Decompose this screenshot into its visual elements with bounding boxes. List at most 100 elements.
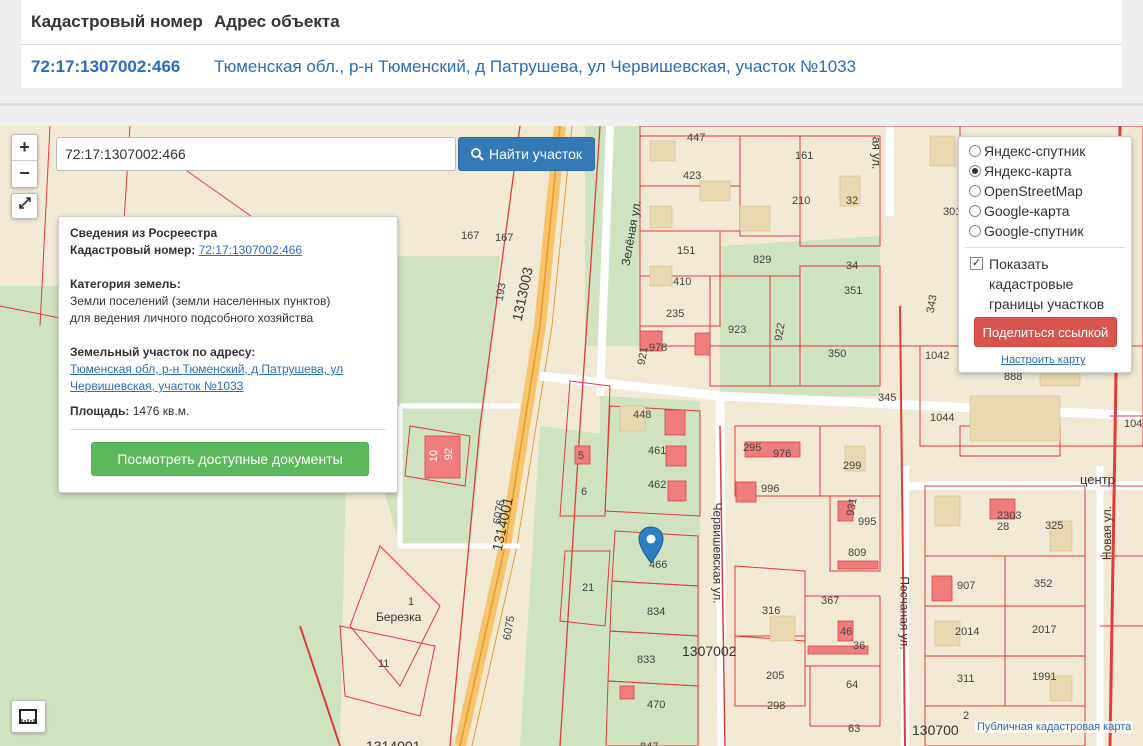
parcel-label: 36 [853, 640, 866, 652]
find-parcel-button[interactable]: Найти участок [458, 137, 595, 171]
quarter-label: 130700 [912, 722, 959, 738]
parcel-label: 352 [1034, 578, 1053, 590]
info-land-category-label: Категория земель: [70, 277, 181, 291]
radio-icon[interactable] [969, 205, 981, 217]
parcel-label: 423 [683, 170, 702, 182]
fullscreen-button[interactable] [11, 193, 38, 219]
parcel-label: 299 [843, 460, 862, 472]
parcel-label: 470 [647, 699, 666, 711]
parcel-label: 1044 [930, 412, 955, 424]
parcel-label: 996 [761, 483, 780, 495]
info-area-label: Площадь: [70, 404, 130, 418]
parcel-label: 64 [846, 679, 859, 691]
layer-option-openstreetmap[interactable]: OpenStreetMap [969, 183, 1083, 199]
parcel-label: 847 [640, 741, 658, 746]
parcel-label: 34 [846, 260, 859, 272]
parcel-label: 809 [848, 547, 867, 559]
quarter-label: 1307002 [682, 643, 737, 659]
parcel-label: 1041 [1124, 418, 1143, 430]
attribution-link[interactable]: Публичная кадастровая карта [975, 721, 1134, 733]
share-link-button[interactable]: Поделиться ссылкой [974, 317, 1117, 347]
parcel-label: 21 [582, 582, 595, 594]
ruler-icon [19, 709, 37, 724]
parcel-label: 205 [766, 670, 785, 682]
location-marker-icon[interactable] [638, 526, 664, 569]
parcel-label: 410 [673, 276, 692, 288]
parcel-info-popup: Сведения из Росреестра Кадастровый номер… [58, 216, 398, 493]
result-address-link[interactable]: Тюменская обл., р-н Тюменский, д Патруше… [214, 57, 856, 77]
layer-option-google-satellite[interactable]: Google-спутник [969, 223, 1083, 239]
expand-icon [18, 197, 31, 209]
radio-icon[interactable] [969, 185, 981, 197]
parcel-label: 92 [443, 447, 456, 461]
search-icon [471, 147, 484, 161]
parcel-label: 350 [828, 348, 847, 360]
quarter-label: 1314001 [366, 738, 421, 746]
zoom-in-button[interactable]: + [12, 135, 37, 161]
info-title: Сведения из Росреестра [70, 226, 218, 240]
info-land-category-line2: для ведения личного подсобного хозяйства [70, 311, 314, 325]
parcel-label: 447 [687, 132, 706, 144]
radio-selected-icon[interactable] [969, 165, 981, 177]
parcel-label: 325 [1045, 520, 1064, 532]
results-table: Кадастровый номер Адрес объекта 72:17:13… [21, 0, 1122, 88]
search-input[interactable] [56, 137, 456, 171]
info-address-link[interactable]: Тюменская обл, р-н Тюменский, д Патрушев… [70, 362, 343, 393]
section-divider [0, 103, 1143, 106]
layer-option-google-map[interactable]: Google-карта [969, 203, 1070, 219]
parcel-label: 448 [633, 409, 652, 421]
place-label: центр [1080, 472, 1115, 487]
parcel-label: 167 [495, 232, 514, 244]
parcel-label: 834 [647, 606, 666, 618]
street-label: Песчаная ул. [897, 576, 912, 650]
parcel-label: 161 [795, 150, 814, 162]
parcel-label: 10 [428, 449, 441, 463]
parcel-label: 151 [677, 245, 696, 257]
parcel-label: 316 [762, 605, 781, 617]
parcel-label: 923 [728, 324, 747, 336]
zoom-out-button[interactable]: − [12, 161, 37, 187]
info-cadastral-link[interactable]: 72:17:1307002:466 [199, 243, 302, 257]
results-panel: Кадастровый номер Адрес объекта 72:17:13… [0, 0, 1143, 106]
parcel-label: 2017 [1032, 624, 1057, 636]
parcel-label: 63 [848, 723, 861, 735]
parcel-label: 345 [878, 392, 897, 404]
parcel-label: 461 [648, 445, 667, 457]
layer-option-yandex-map[interactable]: Яндекс-карта [969, 163, 1071, 179]
info-divider [70, 429, 386, 430]
ruler-button[interactable] [11, 700, 46, 733]
parcel-label: 28 [997, 521, 1010, 533]
parcel-label: 5 [578, 450, 585, 462]
parcel-label: 1991 [1032, 671, 1057, 683]
parcel-label: 235 [666, 308, 685, 320]
parcel-label: 295 [743, 442, 762, 454]
parcel-label: 2303 [997, 510, 1022, 522]
parcel-label: 976 [773, 448, 792, 460]
parcel-label: 11 [378, 658, 390, 670]
parcel-label: 2 [963, 710, 970, 722]
radio-icon[interactable] [969, 225, 981, 237]
info-address-label: Земельный участок по адресу: [70, 345, 256, 359]
place-label: Березка [376, 610, 422, 624]
parcel-label: 367 [821, 595, 840, 607]
header-address: Адрес объекта [214, 12, 340, 31]
view-documents-button[interactable]: Посмотреть доступные документы [91, 442, 369, 476]
layers-panel: Яндекс-спутник Яндекс-карта OpenStreetMa… [958, 136, 1132, 373]
result-cadastral-link[interactable]: 72:17:1307002:466 [31, 57, 180, 77]
setup-map-link[interactable]: Настроить карту [1001, 354, 1086, 366]
layer-option-yandex-satellite[interactable]: Яндекс-спутник [969, 143, 1085, 159]
info-land-category-line1: Земли поселений (земли населенных пункто… [70, 294, 331, 308]
parcel-label: 978 [649, 342, 668, 354]
parcel-label: 1 [408, 596, 415, 608]
row-divider [21, 44, 1122, 45]
parcel-label: 2014 [955, 626, 980, 638]
parcel-label: 311 [957, 673, 975, 685]
show-boundaries-label[interactable]: Показать кадастровые границы участков [989, 254, 1124, 314]
radio-icon[interactable] [969, 145, 981, 157]
parcel-label: 46 [840, 626, 853, 638]
parcel-label: 167 [461, 230, 480, 242]
parcel-label: 907 [957, 580, 976, 592]
parcel-label: 995 [858, 516, 877, 528]
layers-divider [965, 247, 1125, 248]
show-boundaries-checkbox[interactable]: ✓ [970, 257, 983, 270]
